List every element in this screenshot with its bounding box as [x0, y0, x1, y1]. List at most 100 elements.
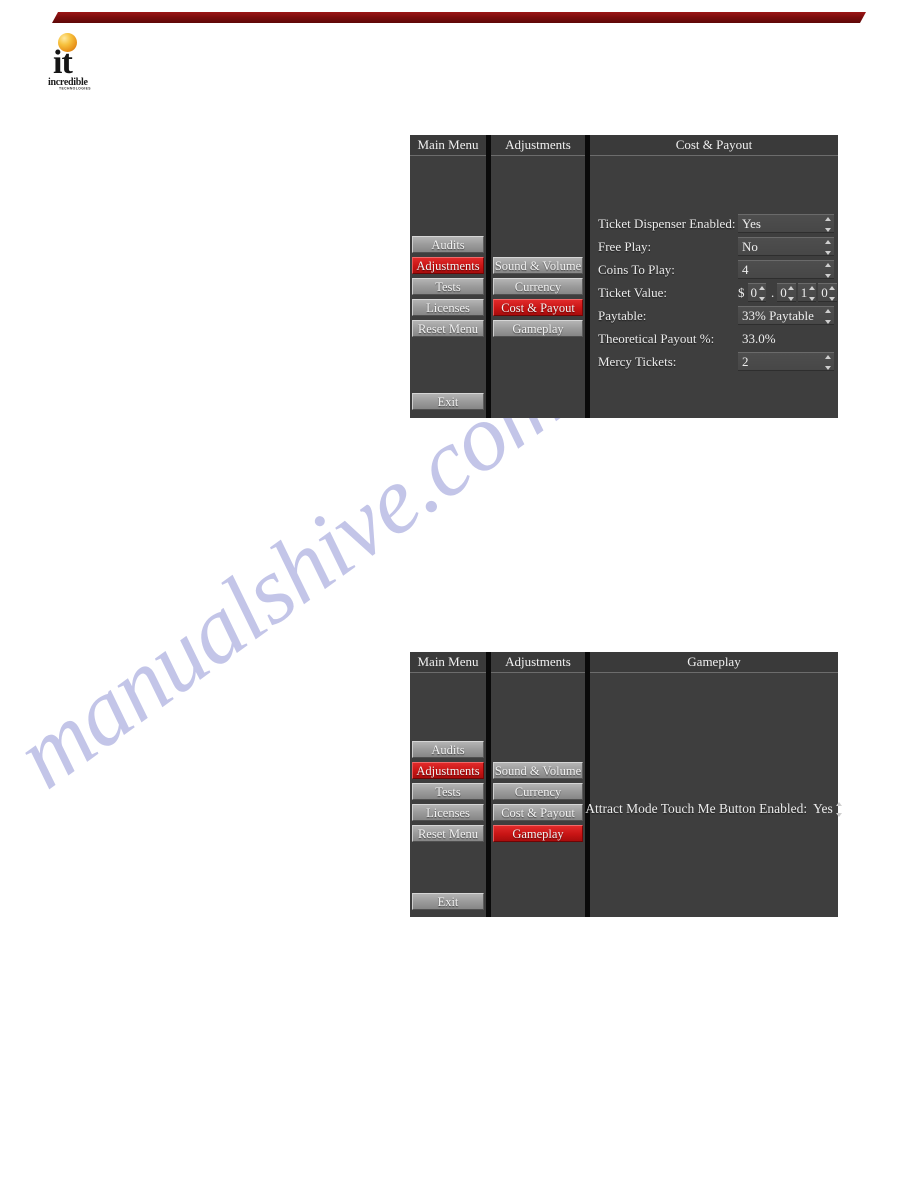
main-menu-body: Audits Adjustments Tests Licenses Reset …	[410, 156, 486, 418]
setting-value-field[interactable]: 2	[738, 352, 834, 371]
main-menu-item-tests[interactable]: Tests	[412, 278, 484, 295]
setting-label: Theoretical Payout %:	[598, 330, 715, 346]
setting-value-field[interactable]: 4	[738, 260, 834, 279]
spinner-up-icon[interactable]	[824, 263, 831, 267]
setting-label: Ticket Value:	[598, 284, 667, 300]
submenu-item-currency[interactable]: Currency	[493, 278, 583, 295]
spinner-icon[interactable]	[758, 286, 765, 301]
setting-row-paytable: Paytable: 33% Paytable	[590, 304, 838, 327]
spinner-icon[interactable]	[824, 355, 831, 370]
spinner-down-icon[interactable]	[824, 320, 831, 324]
adjustments-submenu-column: Adjustments Sound & Volume Currency Cost…	[491, 135, 585, 418]
spinner-down-icon[interactable]	[788, 297, 795, 301]
setting-label: Attract Mode Touch Me Button Enabled:	[585, 801, 808, 816]
spinner-down-icon[interactable]	[808, 297, 815, 301]
spinner-up-icon[interactable]	[824, 217, 831, 221]
submenu-item-cost-and-payout[interactable]: Cost & Payout	[493, 299, 583, 316]
spinner-down-icon[interactable]	[824, 251, 831, 255]
main-menu-item-licenses[interactable]: Licenses	[412, 299, 484, 316]
setting-value: Yes	[742, 215, 761, 231]
submenu-item-sound-and-volume[interactable]: Sound & Volume	[493, 257, 583, 274]
main-menu-item-tests[interactable]: Tests	[412, 783, 484, 800]
digit-value: 0	[821, 284, 828, 300]
spinner-up-icon[interactable]	[824, 309, 831, 313]
spinner-icon[interactable]	[808, 286, 815, 301]
cost-payout-header: Cost & Payout	[590, 135, 838, 156]
digit-value: 0	[780, 284, 787, 300]
main-menu-body: Audits Adjustments Tests Licenses Reset …	[410, 673, 486, 917]
spinner-down-icon[interactable]	[824, 274, 831, 278]
main-menu-item-adjustments[interactable]: Adjustments	[412, 257, 484, 274]
gameplay-detail-column: Gameplay Attract Mode Touch Me Button En…	[585, 652, 843, 917]
ticket-value-digit-2[interactable]: 1	[797, 283, 817, 302]
digit-value: 1	[800, 284, 808, 300]
main-menu-item-audits[interactable]: Audits	[412, 236, 484, 253]
ticket-value-digit-3[interactable]: 0	[818, 283, 837, 302]
logo-mark-text: it	[53, 44, 73, 81]
spinner-up-icon[interactable]	[788, 286, 795, 290]
submenu-item-sound-and-volume[interactable]: Sound & Volume	[493, 762, 583, 779]
main-menu-header: Main Menu	[410, 652, 486, 673]
setting-label: Paytable:	[598, 307, 647, 323]
adjustments-submenu-header: Adjustments	[491, 652, 585, 673]
setting-value-field[interactable]: No	[738, 237, 834, 256]
ticket-value-digit-0[interactable]: 0	[747, 283, 766, 302]
spinner-down-icon[interactable]	[824, 228, 831, 232]
setting-value: 33.0%	[742, 330, 776, 346]
setting-value-field[interactable]: 33% Paytable	[738, 306, 834, 325]
setting-value-field[interactable]: Yes	[738, 214, 834, 233]
ticket-value-stepper-group[interactable]: $ 0 . 0 1 0	[738, 283, 837, 302]
spinner-icon[interactable]	[788, 286, 795, 301]
setting-row-free-play: Free Play: No	[590, 235, 838, 258]
spinner-up-icon[interactable]	[808, 286, 815, 290]
main-menu-item-adjustments[interactable]: Adjustments	[412, 762, 484, 779]
main-menu-exit-button[interactable]: Exit	[412, 893, 484, 910]
main-menu-column: Main Menu Audits Adjustments Tests Licen…	[410, 135, 486, 418]
spinner-up-icon[interactable]	[836, 802, 843, 806]
banner-bar	[52, 12, 866, 23]
spinner-icon[interactable]	[836, 802, 843, 817]
spinner-icon[interactable]	[824, 263, 831, 278]
spinner-down-icon[interactable]	[829, 297, 836, 301]
screenshot-cost-payout: Main Menu Audits Adjustments Tests Licen…	[410, 135, 838, 418]
main-menu-column: Main Menu Audits Adjustments Tests Licen…	[410, 652, 486, 917]
setting-label: Mercy Tickets:	[598, 353, 677, 369]
main-menu-item-reset-menu[interactable]: Reset Menu	[412, 320, 484, 337]
gameplay-body: Attract Mode Touch Me Button Enabled: Ye…	[585, 673, 843, 917]
adjustments-submenu-body: Sound & Volume Currency Cost & Payout Ga…	[491, 673, 585, 917]
setting-row-mercy-tickets: Mercy Tickets: 2	[590, 350, 838, 373]
setting-value-field[interactable]: Yes	[813, 801, 843, 817]
setting-value: Yes	[813, 801, 833, 816]
spinner-icon[interactable]	[829, 286, 836, 301]
main-menu-exit-button[interactable]: Exit	[412, 393, 484, 410]
spinner-icon[interactable]	[824, 309, 831, 324]
setting-value: 2	[742, 353, 749, 369]
gameplay-header: Gameplay	[590, 652, 838, 673]
main-menu-item-licenses[interactable]: Licenses	[412, 804, 484, 821]
ticket-value-digit-1[interactable]: 0	[777, 283, 796, 302]
spinner-icon[interactable]	[824, 240, 831, 255]
spinner-up-icon[interactable]	[824, 355, 831, 359]
spinner-up-icon[interactable]	[829, 286, 836, 290]
currency-symbol: $	[738, 284, 745, 300]
spinner-up-icon[interactable]	[758, 286, 765, 290]
setting-value: No	[742, 238, 758, 254]
cost-payout-body: Ticket Dispenser Enabled: Yes Free Play:…	[590, 156, 838, 418]
setting-label: Free Play:	[598, 238, 652, 254]
spinner-down-icon[interactable]	[836, 813, 843, 817]
submenu-item-cost-and-payout[interactable]: Cost & Payout	[493, 804, 583, 821]
spinner-icon[interactable]	[824, 217, 831, 232]
spinner-down-icon[interactable]	[824, 366, 831, 370]
spinner-up-icon[interactable]	[824, 240, 831, 244]
submenu-item-gameplay[interactable]: Gameplay	[493, 825, 583, 842]
setting-row-coins-to-play: Coins To Play: 4	[590, 258, 838, 281]
spinner-down-icon[interactable]	[758, 297, 765, 301]
top-banner	[0, 12, 918, 24]
setting-row-theoretical-payout: Theoretical Payout %: 33.0%	[590, 327, 838, 350]
main-menu-header: Main Menu	[410, 135, 486, 156]
main-menu-item-audits[interactable]: Audits	[412, 741, 484, 758]
submenu-item-currency[interactable]: Currency	[493, 783, 583, 800]
submenu-item-gameplay[interactable]: Gameplay	[493, 320, 583, 337]
setting-row-ticket-value: Ticket Value: $ 0 . 0 1 0	[590, 281, 838, 304]
main-menu-item-reset-menu[interactable]: Reset Menu	[412, 825, 484, 842]
